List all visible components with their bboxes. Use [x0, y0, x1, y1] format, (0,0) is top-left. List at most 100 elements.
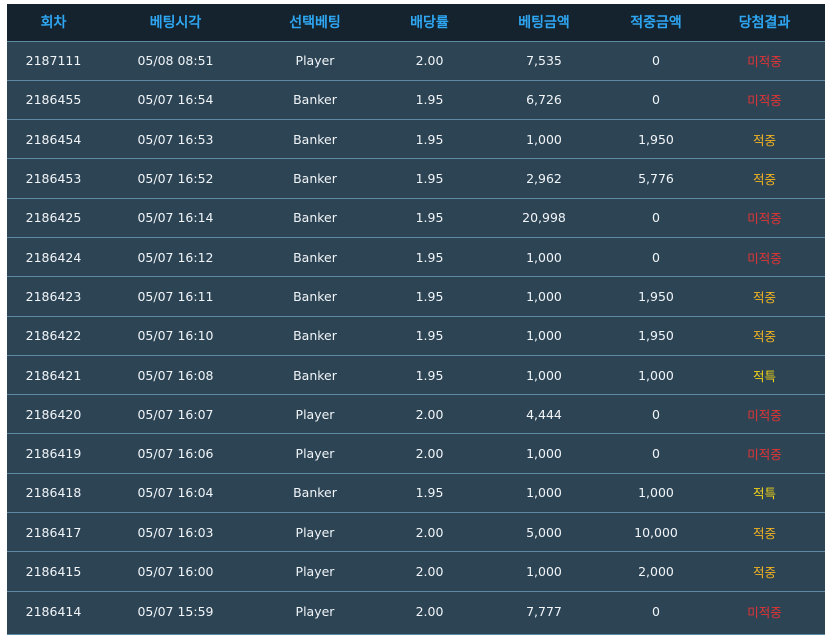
odds-cell: 2.00 [415, 53, 444, 69]
header-payout-amount: 적중금액 [630, 15, 682, 32]
selected-bet-cell: Banker [293, 288, 337, 304]
payout-amount-cell: 1,000 [638, 367, 674, 383]
result-cell: 미적중 [747, 250, 782, 266]
selected-bet-cell: Player [295, 406, 335, 422]
header-bet-time: 베팅시각 [149, 15, 202, 32]
selected-bet-cell: Banker [293, 171, 337, 187]
table-header: 회차 베팅시각 선택베팅 배당률 베팅금액 적중금액 당첨결과 [7, 4, 825, 41]
bet-time-cell: 05/07 16:11 [137, 288, 214, 304]
payout-amount-cell: 1,950 [638, 131, 674, 147]
payout-amount-cell: 0 [652, 249, 660, 265]
result-cell: 적중 [752, 289, 776, 305]
header-row: 회차 베팅시각 선택베팅 배당률 베팅금액 적중금액 당첨결과 [7, 4, 825, 41]
result-cell: 적특 [752, 486, 776, 502]
bet-amount-cell: 7,777 [526, 603, 562, 619]
odds-cell: 1.95 [415, 485, 444, 501]
bet-time-cell: 05/07 16:53 [137, 131, 214, 147]
bet-history-panel: 회차 베팅시각 선택베팅 배당률 베팅금액 적중금액 당첨결과 2187111 0… [7, 4, 825, 635]
result-cell: 적중 [752, 565, 776, 580]
selected-bet-cell: Banker [293, 485, 337, 501]
bet-amount-cell: 1,000 [526, 564, 562, 579]
odds-cell: 2.00 [415, 564, 444, 579]
result-cell: 적중 [752, 172, 776, 188]
result-cell: 적중 [752, 132, 776, 148]
bet-time-cell: 05/07 16:03 [137, 524, 214, 540]
payout-amount-cell: 1,950 [638, 288, 674, 304]
payout-amount-cell: 0 [652, 92, 660, 108]
bet-amount-cell: 20,998 [522, 210, 566, 226]
table-row: 2186419 05/07 16:06 Player 2.00 1,000 0 미적중 [7, 433, 825, 474]
table-row: 2186422 05/07 16:10 Banker 1.95 1,000 1,950 적중 [7, 316, 825, 356]
result-cell: 미적중 [747, 604, 782, 620]
selected-bet-cell: Player [295, 53, 335, 69]
bet-time-cell: 05/07 15:59 [137, 603, 214, 619]
odds-cell: 2.00 [415, 446, 444, 462]
selected-bet-cell: Banker [293, 131, 337, 147]
payout-amount-cell: 0 [652, 446, 660, 462]
round-cell: 2186419 [25, 446, 82, 462]
odds-cell: 1.95 [415, 288, 444, 304]
table-row: 2186454 05/07 16:53 Banker 1.95 1,000 1,950 적중 [7, 119, 825, 159]
bet-amount-cell: 1,000 [526, 328, 562, 344]
bet-amount-cell: 1,000 [526, 288, 562, 304]
round-cell: 2186415 [25, 564, 82, 579]
bet-time-cell: 05/07 16:07 [137, 406, 214, 422]
bet-time-cell: 05/07 16:12 [137, 249, 214, 265]
bet-amount-cell: 4,444 [526, 406, 562, 422]
round-cell: 2186423 [25, 288, 82, 304]
bet-time-cell: 05/07 16:08 [137, 367, 214, 383]
round-cell: 2186420 [25, 406, 82, 422]
table-row: 2187111 05/08 08:51 Player 2.00 7,535 0 미적중 [7, 41, 825, 81]
table-row: 2186414 05/07 15:59 Player 2.00 7,777 0 미적중 [7, 591, 825, 631]
odds-cell: 1.95 [415, 131, 444, 147]
selected-bet-cell: Player [295, 446, 335, 462]
selected-bet-cell: Banker [293, 92, 337, 108]
odds-cell: 1.95 [415, 249, 444, 265]
bet-amount-cell: 2,962 [526, 171, 562, 187]
round-cell: 2186424 [25, 249, 82, 265]
payout-amount-cell: 1,000 [638, 485, 674, 501]
bet-time-cell: 05/08 08:51 [137, 53, 214, 69]
round-cell: 2186418 [25, 485, 82, 501]
payout-amount-cell: 1,950 [638, 328, 674, 344]
round-cell: 2186414 [25, 603, 82, 619]
bet-amount-cell: 1,000 [526, 131, 562, 147]
header-round: 회차 [40, 15, 67, 32]
bet-time-cell: 05/07 16:06 [137, 446, 214, 462]
table-row: 2186423 05/07 16:11 Banker 1.95 1,000 1,950 적중 [7, 276, 825, 317]
bet-time-cell: 05/07 16:04 [137, 485, 214, 501]
odds-cell: 1.95 [415, 171, 444, 187]
table-row: 2186418 05/07 16:04 Banker 1.95 1,000 1,000 적특 [7, 473, 825, 513]
table-row: 2186415 05/07 16:00 Player 2.00 1,000 2,000 적중 [7, 551, 825, 592]
bet-amount-cell: 5,000 [526, 524, 562, 540]
selected-bet-cell: Banker [293, 328, 337, 344]
table-row: 2186421 05/07 16:08 Banker 1.95 1,000 1,000 적특 [7, 355, 825, 395]
payout-amount-cell: 2,000 [638, 564, 674, 579]
result-cell: 미적중 [747, 407, 782, 423]
odds-cell: 2.00 [415, 406, 444, 422]
odds-cell: 2.00 [415, 603, 444, 619]
selected-bet-cell: Banker [293, 367, 337, 383]
result-cell: 적특 [752, 368, 776, 384]
result-cell: 적중 [752, 329, 776, 345]
odds-cell: 1.95 [415, 367, 444, 383]
payout-amount-cell: 10,000 [634, 524, 678, 540]
bet-time-cell: 05/07 16:00 [137, 564, 214, 579]
odds-cell: 1.95 [415, 92, 444, 108]
table-row: 2186417 05/07 16:03 Player 2.00 5,000 10,000 적… [7, 512, 825, 552]
round-cell: 2186454 [25, 131, 82, 147]
payout-amount-cell: 0 [652, 603, 660, 619]
payout-amount-cell: 0 [652, 406, 660, 422]
round-cell: 2186417 [25, 524, 82, 540]
payout-amount-cell: 5,776 [638, 171, 674, 187]
bet-amount-cell: 1,000 [526, 485, 562, 501]
bet-time-cell: 05/07 16:14 [137, 210, 214, 226]
bet-amount-cell: 6,726 [526, 92, 562, 108]
odds-cell: 2.00 [415, 524, 444, 540]
header-odds: 배당률 [410, 15, 449, 32]
round-cell: 2186425 [25, 210, 82, 226]
selected-bet-cell: Player [295, 524, 335, 540]
selected-bet-cell: Banker [293, 210, 337, 226]
table-row: 2186420 05/07 16:07 Player 2.00 4,444 0 미적중 [7, 394, 825, 434]
result-cell: 미적중 [747, 93, 782, 109]
